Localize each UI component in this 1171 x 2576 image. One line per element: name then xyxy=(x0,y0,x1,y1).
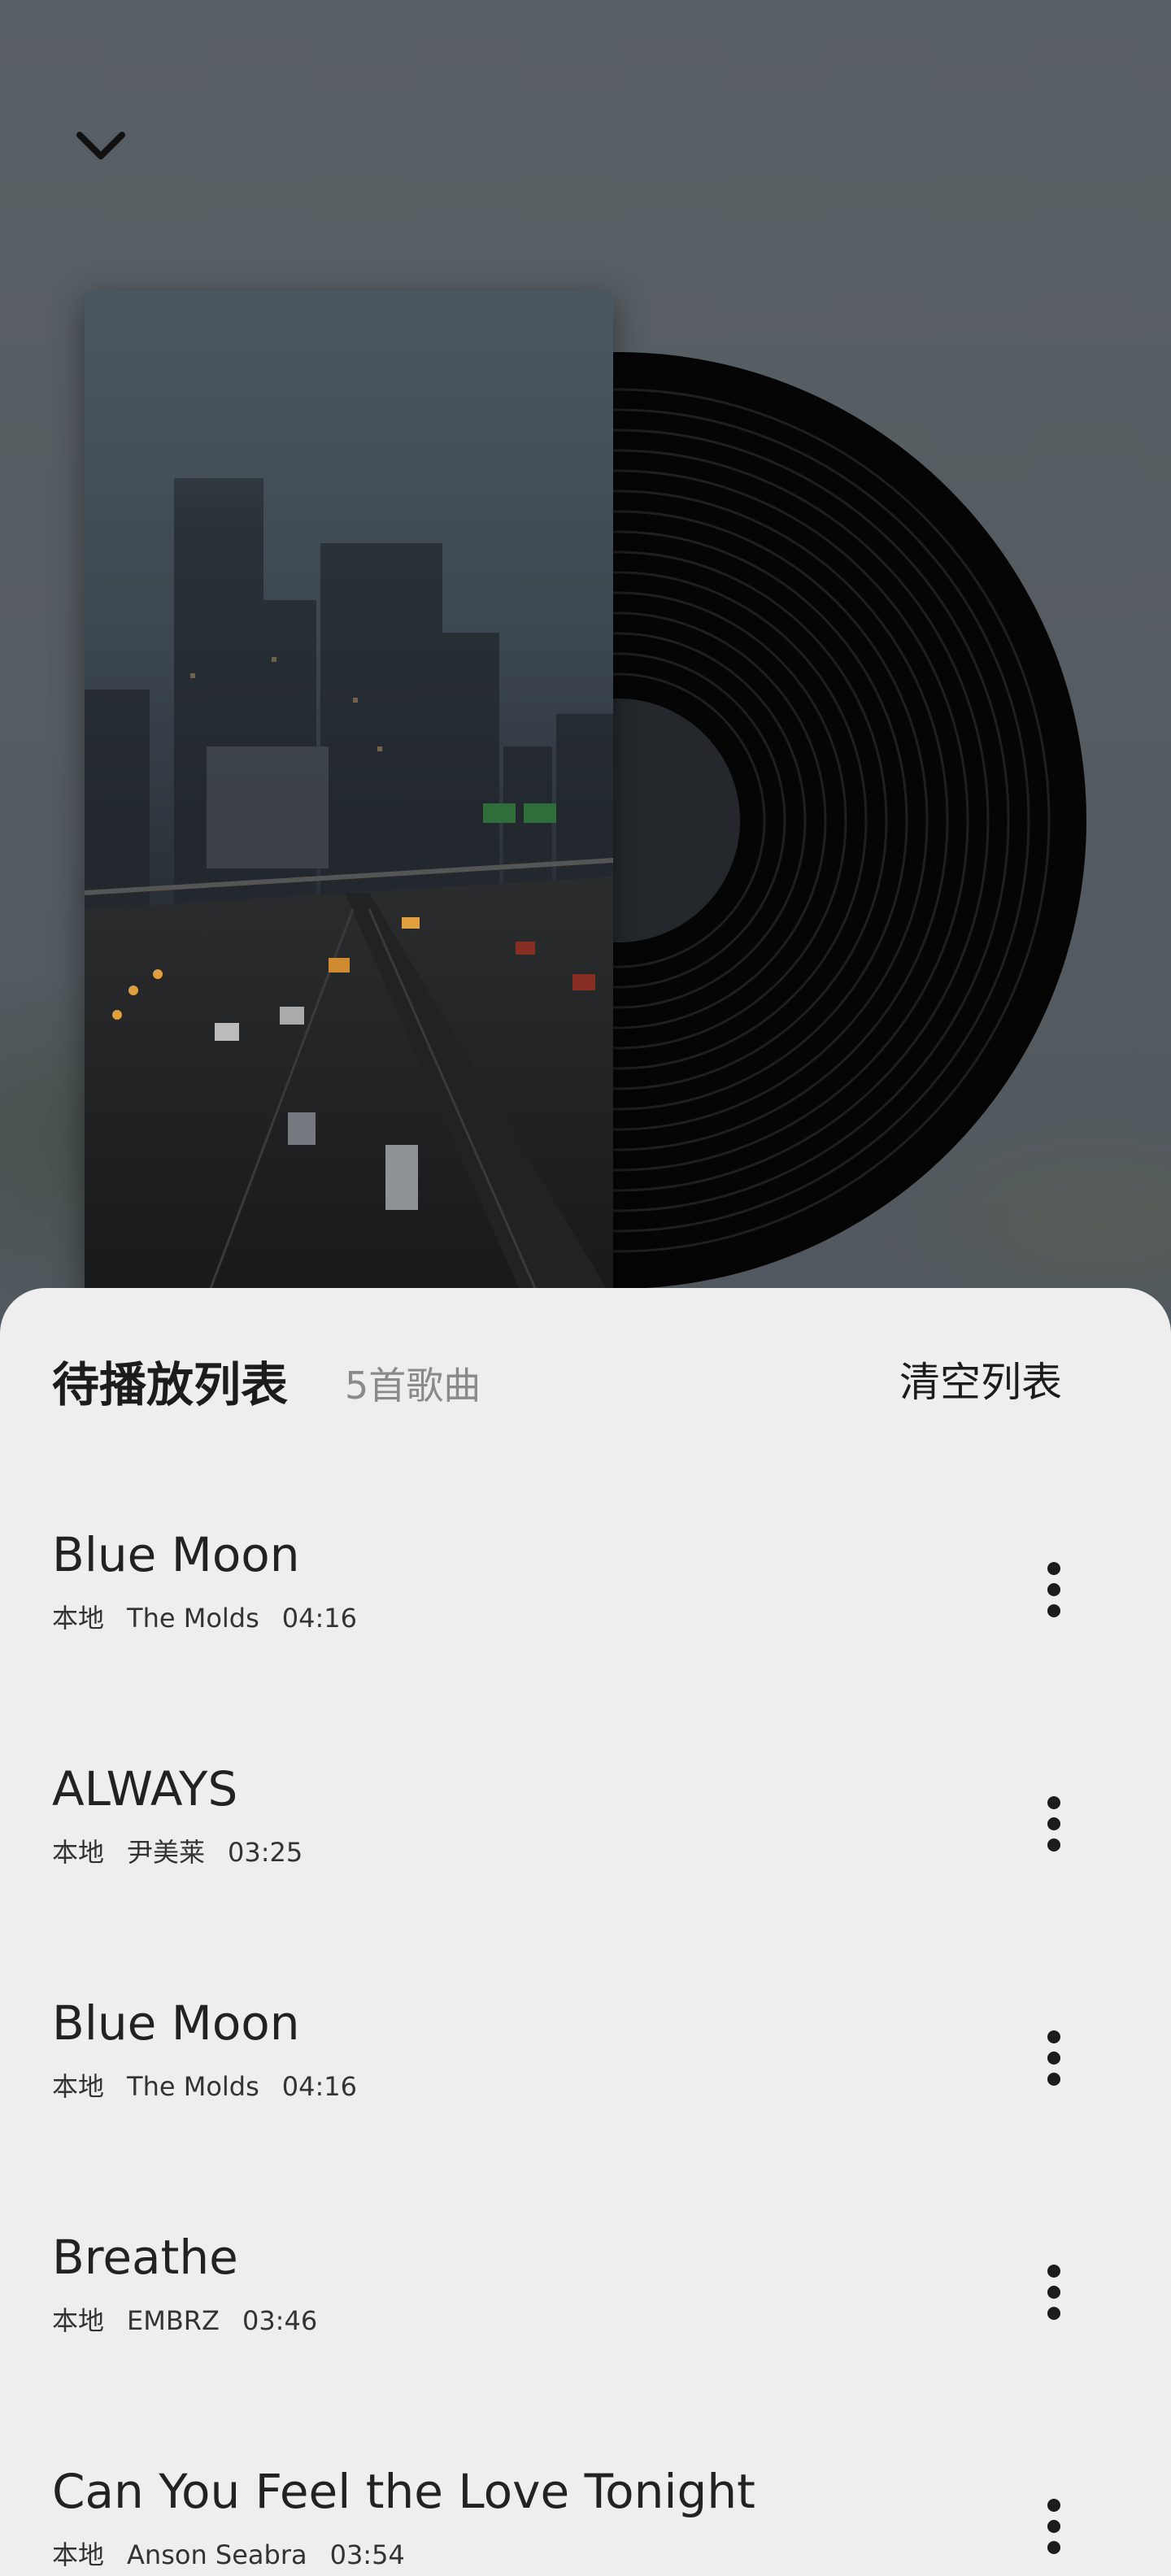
song-row[interactable]: Blue Moon 本地 The Molds 04:16 xyxy=(0,1522,1171,1756)
song-artist: EMBRZ xyxy=(127,2305,220,2336)
song-duration: 03:25 xyxy=(228,1837,303,1868)
queue-count: 5首歌曲 xyxy=(345,1364,481,1408)
song-title: Breathe xyxy=(52,2230,238,2285)
song-title: Blue Moon xyxy=(52,1995,300,2051)
song-artist: 尹美莱 xyxy=(127,1837,206,1868)
clear-queue-button[interactable]: 清空列表 xyxy=(899,1350,1062,1408)
queue-title: 待播放列表 xyxy=(52,1357,289,1412)
song-meta: 本地 The Molds 04:16 xyxy=(52,2069,380,2104)
song-meta: 本地 尹美莱 03:25 xyxy=(52,1834,325,1870)
album-cover-city-highway xyxy=(85,291,613,1299)
song-duration: 03:46 xyxy=(242,2305,318,2336)
song-title: Blue Moon xyxy=(52,1527,300,1582)
song-row[interactable]: Can You Feel the Love Tonight 本地 Anson Se… xyxy=(0,2459,1171,2576)
song-source: 本地 xyxy=(52,2539,105,2570)
song-row[interactable]: Blue Moon 本地 The Molds 04:16 xyxy=(0,1991,1171,2225)
song-duration: 04:16 xyxy=(281,1603,357,1634)
song-artist: The Molds xyxy=(127,2071,259,2102)
song-source: 本地 xyxy=(52,1603,105,1634)
song-artist: The Molds xyxy=(127,1603,259,1634)
song-title: ALWAYS xyxy=(52,1761,238,1817)
more-vertical-icon[interactable] xyxy=(1021,2490,1086,2563)
song-meta: 本地 The Molds 04:16 xyxy=(52,1600,380,1636)
song-row[interactable]: Breathe 本地 EMBRZ 03:46 xyxy=(0,2225,1171,2459)
song-source: 本地 xyxy=(52,1837,105,1868)
song-title: Can You Feel the Love Tonight xyxy=(52,2464,755,2519)
player-screen: 待播放列表 5首歌曲 清空列表 Blue Moon 本地 The Molds 04:… xyxy=(0,0,1171,2576)
chevron-down-icon xyxy=(76,132,125,159)
collapse-button[interactable] xyxy=(68,120,133,172)
song-row[interactable]: ALWAYS 本地 尹美莱 03:25 xyxy=(0,1756,1171,1991)
song-list: Blue Moon 本地 The Molds 04:16 ALWAYS 本地 尹美莱 0… xyxy=(0,1522,1171,2576)
song-artist: Anson Seabra xyxy=(127,2539,307,2570)
song-meta: 本地 Anson Seabra 03:54 xyxy=(52,2537,428,2573)
more-vertical-icon[interactable] xyxy=(1021,1787,1086,1860)
song-duration: 03:54 xyxy=(329,2539,405,2570)
queue-sheet: 待播放列表 5首歌曲 清空列表 Blue Moon 本地 The Molds 04:… xyxy=(0,1288,1171,2576)
album-cover[interactable] xyxy=(85,291,613,1299)
more-vertical-icon[interactable] xyxy=(1021,1553,1086,1626)
more-vertical-icon[interactable] xyxy=(1021,2256,1086,2329)
song-source: 本地 xyxy=(52,2071,105,2102)
song-source: 本地 xyxy=(52,2305,105,2336)
song-meta: 本地 EMBRZ 03:46 xyxy=(52,2303,340,2339)
song-duration: 04:16 xyxy=(281,2071,357,2102)
more-vertical-icon[interactable] xyxy=(1021,2021,1086,2095)
queue-header: 待播放列表 5首歌曲 清空列表 xyxy=(0,1288,1171,1451)
